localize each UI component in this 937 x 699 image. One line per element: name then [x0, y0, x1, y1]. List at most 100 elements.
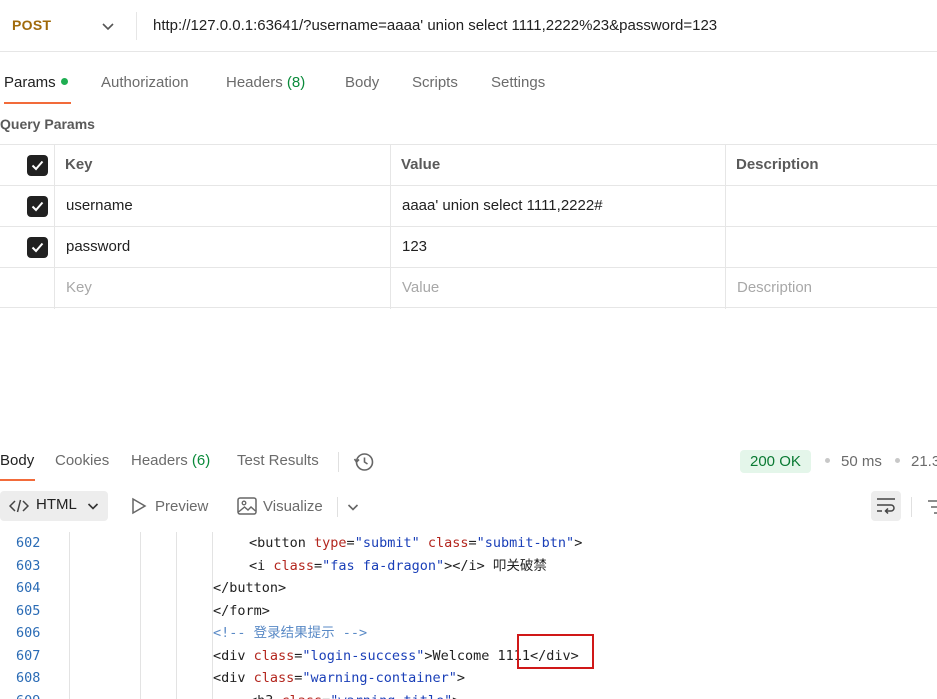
line-number: 608: [16, 670, 41, 686]
response-tabs: Body Cookies Headers (6) Test Results 20…: [0, 440, 937, 482]
checkmark-icon: [31, 201, 44, 212]
line-number: 605: [16, 602, 41, 619]
column-divider: [54, 186, 55, 227]
code-line: 608 <div class="warning-container">: [0, 667, 937, 690]
tab-settings[interactable]: Settings: [491, 74, 545, 91]
column-divider: [725, 186, 726, 227]
code-text: </form>: [213, 602, 270, 619]
code-text: <h3 class="warning-title">: [249, 690, 460, 699]
tab-cookies[interactable]: Cookies: [55, 452, 109, 469]
new-description-input[interactable]: Description: [737, 268, 812, 309]
table-row-empty: Key Value Description: [0, 267, 937, 309]
code-line: 605 </form>: [0, 600, 937, 623]
play-icon[interactable]: [131, 497, 147, 515]
line-number: 602: [16, 535, 41, 551]
param-key[interactable]: password: [66, 227, 130, 268]
response-code-viewer[interactable]: 602 <button type="submit" class="submit-b…: [0, 532, 937, 699]
active-tab-indicator: [4, 102, 71, 104]
section-title: Query Params: [0, 116, 95, 132]
status-badge[interactable]: 200 OK: [740, 450, 811, 473]
row-checkbox[interactable]: [27, 237, 48, 258]
method-select[interactable]: POST: [12, 17, 51, 33]
image-icon[interactable]: [237, 497, 257, 515]
code-line: 609 <h3 class="warning-title">: [0, 690, 937, 699]
format-label: HTML: [36, 496, 77, 513]
separator-dot: [825, 458, 830, 463]
column-divider: [54, 227, 55, 268]
chevron-down-icon: [87, 503, 99, 510]
line-number: 606: [16, 625, 41, 641]
line-number: 609: [16, 690, 46, 699]
table-header-row: Key Value Description: [0, 144, 937, 186]
wrap-icon: [877, 498, 895, 515]
code-text: <!-- 登录结果提示 -->: [213, 625, 368, 641]
response-toolbar: HTML Preview Visualize: [0, 485, 937, 531]
checkmark-icon: [31, 160, 44, 171]
column-divider: [54, 145, 55, 186]
tab-params[interactable]: Params: [4, 74, 68, 91]
code-line: 607 <div class="login-success">Welcome 11…: [0, 645, 937, 668]
column-divider: [725, 268, 726, 309]
code-line: 603 <i class="fas fa-dragon"></i> 叩关破禁: [0, 555, 937, 578]
code-text: </button>: [213, 580, 287, 596]
response-size[interactable]: 21.3: [911, 453, 937, 470]
column-divider: [390, 145, 391, 186]
url-input[interactable]: http://127.0.0.1:63641/?username=aaaa' u…: [153, 17, 717, 34]
divider: [911, 497, 912, 517]
separator-dot: [895, 458, 900, 463]
tab-headers[interactable]: Headers (8): [226, 74, 305, 91]
line-number: 603: [16, 557, 41, 574]
select-all-checkbox[interactable]: [27, 155, 48, 176]
tab-test-results[interactable]: Test Results: [237, 452, 319, 469]
tab-body[interactable]: Body: [345, 74, 379, 91]
code-line: 604 </button>: [0, 577, 937, 600]
column-divider: [725, 227, 726, 268]
divider: [338, 452, 339, 472]
column-divider: [390, 186, 391, 227]
code-line: 602 <button type="submit" class="submit-b…: [0, 532, 937, 555]
divider: [136, 12, 137, 40]
filter-icon[interactable]: [927, 498, 937, 516]
chevron-down-icon[interactable]: [346, 500, 360, 514]
row-checkbox[interactable]: [27, 196, 48, 217]
table-row: password 123: [0, 226, 937, 268]
tab-authorization[interactable]: Authorization: [101, 74, 189, 91]
code-text: <i class="fas fa-dragon"></i> 叩关破禁: [249, 557, 547, 574]
column-divider: [390, 227, 391, 268]
param-value[interactable]: aaaa' union select 1111,2222#: [402, 186, 603, 227]
request-tabs: Params Authorization Headers (8) Body Sc…: [0, 66, 937, 106]
url-bar: POST http://127.0.0.1:63641/?username=aa…: [0, 0, 937, 52]
code-text: <div class="warning-container">: [213, 670, 465, 686]
new-value-input[interactable]: Value: [402, 268, 439, 309]
format-select[interactable]: HTML: [0, 491, 108, 521]
code-icon: [9, 499, 29, 513]
new-key-input[interactable]: Key: [66, 268, 92, 309]
highlight-annotation: [517, 634, 594, 669]
column-divider: [725, 145, 726, 186]
column-header-key: Key: [65, 156, 93, 173]
response-time[interactable]: 50 ms: [841, 453, 882, 470]
column-divider: [390, 268, 391, 309]
preview-button[interactable]: Preview: [155, 498, 208, 515]
code-text: <button type="submit" class="submit-btn"…: [249, 535, 583, 551]
chevron-down-icon[interactable]: [100, 18, 116, 34]
tab-scripts[interactable]: Scripts: [412, 74, 458, 91]
line-number: 607: [16, 647, 41, 664]
code-line: 606 <!-- 登录结果提示 -->: [0, 622, 937, 645]
history-icon[interactable]: [353, 451, 375, 473]
wrap-lines-button[interactable]: [871, 491, 901, 521]
active-tab-indicator: [0, 479, 35, 481]
tab-response-headers[interactable]: Headers (6): [131, 452, 210, 469]
table-row: username aaaa' union select 1111,2222#: [0, 185, 937, 227]
visualize-button[interactable]: Visualize: [263, 498, 323, 515]
param-key[interactable]: username: [66, 186, 133, 227]
column-divider: [54, 268, 55, 309]
column-header-value: Value: [401, 156, 441, 173]
line-number: 604: [16, 580, 41, 596]
tab-response-body[interactable]: Body: [0, 452, 34, 469]
checkmark-icon: [31, 242, 44, 253]
column-header-description: Description: [736, 156, 819, 173]
status-dot-icon: [60, 78, 68, 85]
divider: [337, 497, 338, 517]
param-value[interactable]: 123: [402, 227, 427, 268]
